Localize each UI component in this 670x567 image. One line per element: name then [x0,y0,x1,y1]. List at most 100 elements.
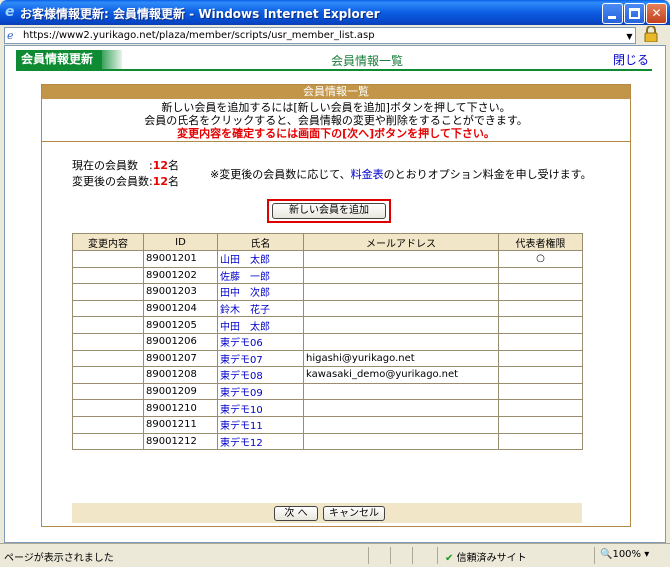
title-bar: e お客様情報更新: 会員情報更新 - Windows Internet Exp… [0,0,670,25]
after-count-value: 12 [152,175,169,188]
member-name-link[interactable]: 田中 次郎 [217,283,304,301]
trusted-zone-label: 信頼済みサイト [456,553,527,564]
email-cell [303,316,499,334]
id-cell: 89001209 [143,382,218,401]
change-cell [72,399,144,417]
rep-cell [498,283,583,301]
change-cell [72,266,144,285]
address-dropdown-icon[interactable]: ▼ [622,30,637,43]
member-name-link[interactable]: 鈴木 花子 [217,299,304,318]
table-row: 89001203 田中 次郎 [72,283,583,301]
rep-cell [498,432,583,451]
header-rep: 代表者権限 [498,233,583,251]
instruction-line-3: 変更内容を確定するには画面下の[次へ]ボタンを押して下さい。 [177,127,495,140]
nav-divider [16,69,652,71]
rep-cell [498,299,583,318]
address-field[interactable]: ℯ https://www2.yurikago.net/plaza/member… [4,27,636,44]
panel-heading: 会員情報一覧 [42,85,630,99]
member-name-link[interactable]: 東デモ11 [217,415,304,434]
header-id: ID [143,233,218,251]
table-row: 89001202 佐藤 一郎 [72,266,583,285]
member-name-link[interactable]: 東デモ09 [217,382,304,401]
after-count-unit: 名 [168,175,180,188]
member-name-link[interactable]: 東デモ08 [217,366,304,384]
notice-before: ※変更後の会員数に応じて、 [210,168,351,181]
change-cell [72,432,144,451]
id-cell: 89001205 [143,316,218,334]
instruction-line-2: 会員の氏名をクリックすると、会員情報の変更や削除をすることができます。 [144,114,528,127]
member-counts: 現在の会員数 :12名 変更後の会員数:12名 [72,158,179,190]
current-count-unit: 名 [168,159,180,172]
member-name-link[interactable]: 東デモ06 [217,332,304,351]
close-link[interactable]: 閉じる [613,51,649,68]
id-cell: 89001203 [143,283,218,301]
email-cell [303,432,499,451]
url-text: https://www2.yurikago.net/plaza/member/s… [23,30,375,41]
current-count-row: 現在の会員数 :12名 [72,159,180,172]
rep-cell [498,332,583,351]
change-cell [72,283,144,301]
member-name-link[interactable]: 東デモ12 [217,432,304,451]
minimize-button[interactable] [602,3,623,24]
table-row: 89001205 中田 太郎 [72,316,583,334]
maximize-button[interactable] [624,3,645,24]
change-cell [72,366,144,384]
table-row: 89001209 東デモ09 [72,382,583,401]
change-cell [72,332,144,351]
member-name-link[interactable]: 佐藤 一郎 [217,266,304,285]
page-content: 会員情報更新 会員情報一覧 閉じる 会員情報一覧 新しい会員を追加するには[新し… [4,45,666,543]
current-count-value: 12 [152,159,169,172]
member-name-link[interactable]: 東デモ07 [217,349,304,368]
status-bar: ページが表示されました ✔ 信頼済みサイト 🔍100% ▾ [0,543,670,567]
address-bar: ℯ https://www2.yurikago.net/plaza/member… [0,25,670,45]
member-name-link[interactable]: 山田 太郎 [217,250,304,268]
nav-tab-member-update[interactable]: 会員情報更新 [16,50,102,69]
change-cell [72,316,144,334]
trusted-zone: ✔ 信頼済みサイト [445,549,527,564]
table-row: 89001208 東デモ08 kawasaki_demo@yurikago.net [72,366,583,384]
member-name-link[interactable]: 中田 太郎 [217,316,304,334]
member-table: 変更内容 ID 氏名 メールアドレス 代表者権限 89001201 山田 太郎 ○ 8… [72,233,583,451]
close-icon: ✕ [651,6,662,20]
email-cell: kawasaki_demo@yurikago.net [303,366,499,384]
close-window-button[interactable]: ✕ [646,3,667,24]
zoom-control[interactable]: 🔍100% ▾ [600,549,649,560]
status-divider [412,547,413,564]
status-divider [390,547,391,564]
nav-page-label: 会員情報一覧 [331,54,404,68]
zoom-level: 100% [612,549,642,560]
email-cell [303,250,499,268]
instructions: 新しい会員を追加するには[新しい会員を追加]ボタンを押して下さい。 会員の氏名を… [42,99,630,142]
nav-tab-fade [102,50,122,69]
id-cell: 89001206 [143,332,218,351]
lock-icon[interactable] [644,26,658,42]
add-member-button[interactable]: 新しい会員を追加 [272,203,386,219]
change-cell [72,250,144,268]
current-count-label: 現在の会員数 [72,159,138,172]
member-panel: 会員情報一覧 新しい会員を追加するには[新しい会員を追加]ボタンを押して下さい。… [41,84,631,527]
email-cell [303,266,499,285]
window-title: お客様情報更新: 会員情報更新 - Windows Internet Explo… [20,7,380,21]
status-divider [368,547,369,564]
email-cell [303,283,499,301]
fee-notice: ※変更後の会員数に応じて、料金表のとおりオプション料金を申し受けます。 [210,166,592,182]
fee-table-link[interactable]: 料金表 [351,168,384,181]
id-cell: 89001211 [143,415,218,434]
id-cell: 89001208 [143,366,218,384]
next-button[interactable]: 次 へ [274,506,318,521]
instruction-line-1: 新しい会員を追加するには[新しい会員を追加]ボタンを押して下さい。 [161,101,511,114]
member-name-link[interactable]: 東デモ10 [217,399,304,417]
change-cell [72,382,144,401]
change-cell [72,415,144,434]
cancel-button[interactable]: キャンセル [323,506,385,521]
check-icon: ✔ [445,553,454,564]
table-row: 89001211 東デモ11 [72,415,583,434]
email-cell [303,299,499,318]
footer-bar: 次 へ キャンセル [72,503,582,523]
id-cell: 89001212 [143,432,218,451]
email-cell: higashi@yurikago.net [303,349,499,368]
status-text: ページが表示されました [4,553,114,564]
table-row: 89001207 東デモ07 higashi@yurikago.net [72,349,583,368]
id-cell: 89001210 [143,399,218,417]
page-icon: ℯ [7,29,14,42]
